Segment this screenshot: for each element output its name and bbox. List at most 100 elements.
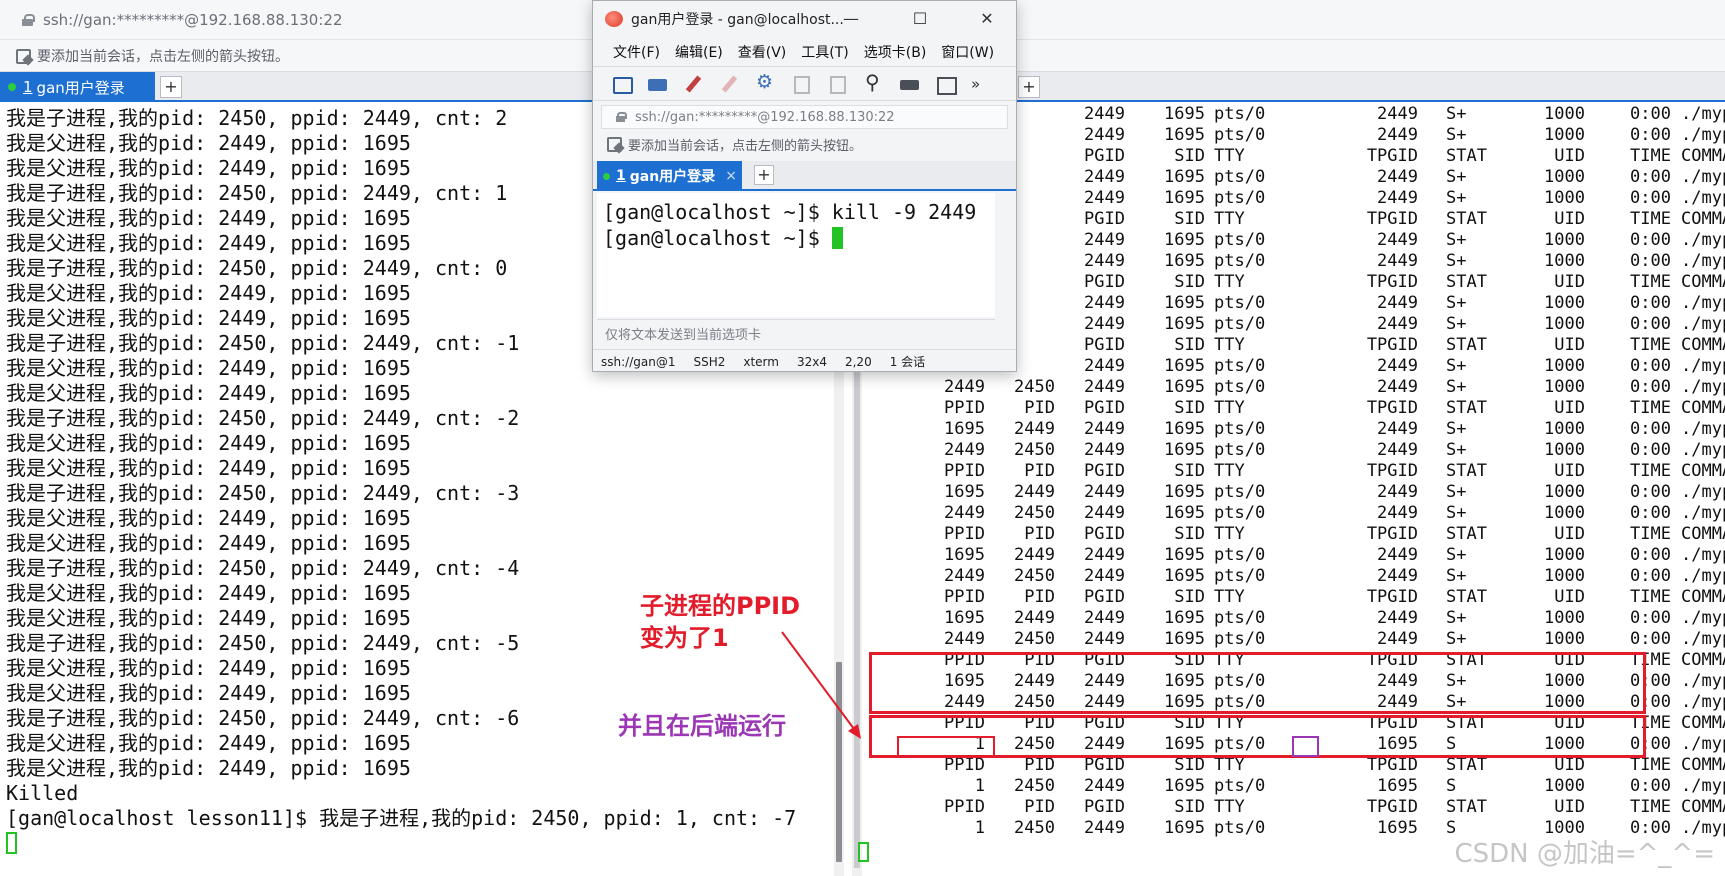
ps-cell: PGID [1084, 797, 1125, 817]
ps-cell: pts/0 [1214, 314, 1266, 334]
ps-cell: COMMAND [1681, 335, 1725, 355]
ps-cell: PPID [944, 398, 985, 418]
new-session-icon[interactable] [611, 74, 633, 94]
minimize-button[interactable]: — [829, 1, 873, 37]
menu-tabs[interactable]: 选项卡(B) [864, 42, 927, 62]
settings-gear-icon[interactable] [755, 71, 777, 94]
ps-cell: COMMAND [1681, 587, 1725, 607]
ps-cell: STAT [1446, 335, 1487, 355]
status-term-type: xterm [743, 354, 779, 369]
send-text-bar[interactable]: 仅将文本发送到当前选项卡 [597, 319, 995, 347]
xshell-hint-text: 要添加当前会话，点击左侧的箭头按钮。 [628, 138, 863, 154]
ps-cell: 2450 [1014, 503, 1055, 523]
menu-edit[interactable]: 编辑(E) [675, 42, 723, 62]
tab-gan-login[interactable]: 1 gan用户登录 [0, 72, 155, 102]
xshell-terminal[interactable]: [gan@localhost ~]$ kill -9 2449 [gan@loc… [597, 193, 995, 317]
ps-cell: pts/0 [1214, 104, 1266, 124]
ps-cell: 1000 [1544, 188, 1585, 208]
ps-cell: PPID [944, 587, 985, 607]
menu-tools[interactable]: 工具(T) [801, 42, 848, 62]
ps-cell: 0:00 [1630, 566, 1671, 586]
ps-row: PPID PID PGID SID TTY TPGID STAT UID TIME COMMAND [864, 461, 1725, 482]
title-bar[interactable]: gan用户登录 - gan@localhost... — ☐ ✕ [593, 1, 1016, 37]
ps-cell: 2449 [1014, 545, 1055, 565]
open-folder-icon[interactable] [647, 74, 669, 94]
ps-cell: ./myprocess [1681, 356, 1725, 376]
ps-cell: PID [1024, 797, 1055, 817]
xshell-tab-gan-login[interactable]: 1 gan用户登录 × [597, 161, 742, 191]
xshell-new-tab-button[interactable]: + [754, 165, 774, 185]
properties-icon[interactable] [683, 74, 705, 94]
ps-cell: ./myprocess [1681, 314, 1725, 334]
ps-cell: pts/0 [1214, 545, 1266, 565]
highlight-stat [1292, 736, 1319, 757]
add-session-arrow-icon[interactable] [605, 134, 625, 154]
menu-view[interactable]: 查看(V) [738, 42, 787, 62]
ps-cell: 2449 [1084, 440, 1125, 460]
ps-cell: 2449 [1084, 503, 1125, 523]
find-icon[interactable] [863, 70, 885, 94]
ps-cell: COMMAND [1681, 524, 1725, 544]
menu-file[interactable]: 文件(F) [613, 42, 660, 62]
ps-cell: ./myprocess [1681, 692, 1725, 712]
ps-cell: PPID [944, 461, 985, 481]
ps-cell: 1695 [1164, 482, 1205, 502]
ps-cell: TTY [1214, 272, 1245, 292]
ps-cell: COMMAND [1681, 650, 1725, 670]
ps-cell: ./myprocess [1681, 734, 1725, 754]
paste-icon[interactable] [827, 74, 849, 94]
ps-cell: 1000 [1544, 503, 1585, 523]
ps-cell: UID [1554, 272, 1585, 292]
status-bar: ssh://gan@1 SSH2 xterm 32x4 2,20 1 会话 [593, 349, 1016, 373]
edit-icon[interactable] [719, 74, 741, 94]
ps-cell: TIME [1630, 146, 1671, 166]
ps-cell: 2449 [1084, 566, 1125, 586]
ps-cell: COMMAND [1681, 797, 1725, 817]
ps-cell: S+ [1446, 251, 1467, 271]
add-session-arrow-icon[interactable] [14, 46, 34, 66]
ps-cell: 1695 [1164, 440, 1205, 460]
ps-cell: 2450 [1014, 629, 1055, 649]
copy-icon[interactable] [791, 74, 813, 94]
ps-cell: 1695 [1164, 503, 1205, 523]
ps-cell: 0:00 [1630, 293, 1671, 313]
ps-cell: PID [1024, 398, 1055, 418]
highlight-box-before [869, 652, 1646, 714]
ps-cell: pts/0 [1214, 356, 1266, 376]
ps-cell: pts/0 [1214, 167, 1266, 187]
ps-cell: S+ [1446, 608, 1467, 628]
ps-cell: 2449 [1377, 566, 1418, 586]
maximize-button[interactable]: ☐ [898, 1, 942, 37]
print-icon[interactable] [899, 74, 921, 94]
terminal-line: [gan@localhost lesson11]$ 我是子进程,我的pid: 2… [6, 806, 797, 830]
new-tab-button[interactable]: + [160, 76, 182, 98]
transfer-icon[interactable] [935, 74, 957, 95]
scrollbar-thumb[interactable] [836, 662, 842, 862]
ps-cell: 0:00 [1630, 188, 1671, 208]
menu-window[interactable]: 窗口(W) [941, 42, 994, 62]
ps-cell: STAT [1446, 272, 1487, 292]
ps-cell: pts/0 [1214, 503, 1266, 523]
connected-status-icon [603, 172, 610, 180]
ps-cell: UID [1554, 587, 1585, 607]
ps-row: PPID PID PGID SID TTY TPGID STAT UID TIME COMMAND [864, 587, 1725, 608]
more-tools-button[interactable]: » [971, 75, 980, 93]
ps-row: 2449 2450 2449 1695 pts/0 2449 S+ 1000 0:00 ./myp… [864, 566, 1725, 587]
terminal-line-1: [gan@localhost ~]$ kill -9 2449 [603, 200, 977, 224]
new-tab-button-right[interactable]: + [1018, 76, 1040, 98]
connected-status-icon [8, 83, 16, 91]
ps-cell: 2449 [1377, 167, 1418, 187]
terminal-line-2: [gan@localhost ~]$ [603, 226, 832, 250]
ps-cell: 0:00 [1630, 167, 1671, 187]
ps-cell: 1695 [1164, 608, 1205, 628]
ps-cell: 1000 [1544, 776, 1585, 796]
ps-cell: 1000 [1544, 440, 1585, 460]
ps-cell: 2449 [1014, 608, 1055, 628]
ps-cell: UID [1554, 524, 1585, 544]
close-button[interactable]: ✕ [965, 1, 1009, 37]
ps-cell: TTY [1214, 209, 1245, 229]
xshell-address-bar[interactable]: ssh://gan:*********@192.168.88.130:22 [601, 105, 1008, 129]
ps-cell: PID [1024, 587, 1055, 607]
close-tab-icon[interactable]: × [725, 168, 737, 184]
terminal-cursor [831, 227, 843, 249]
